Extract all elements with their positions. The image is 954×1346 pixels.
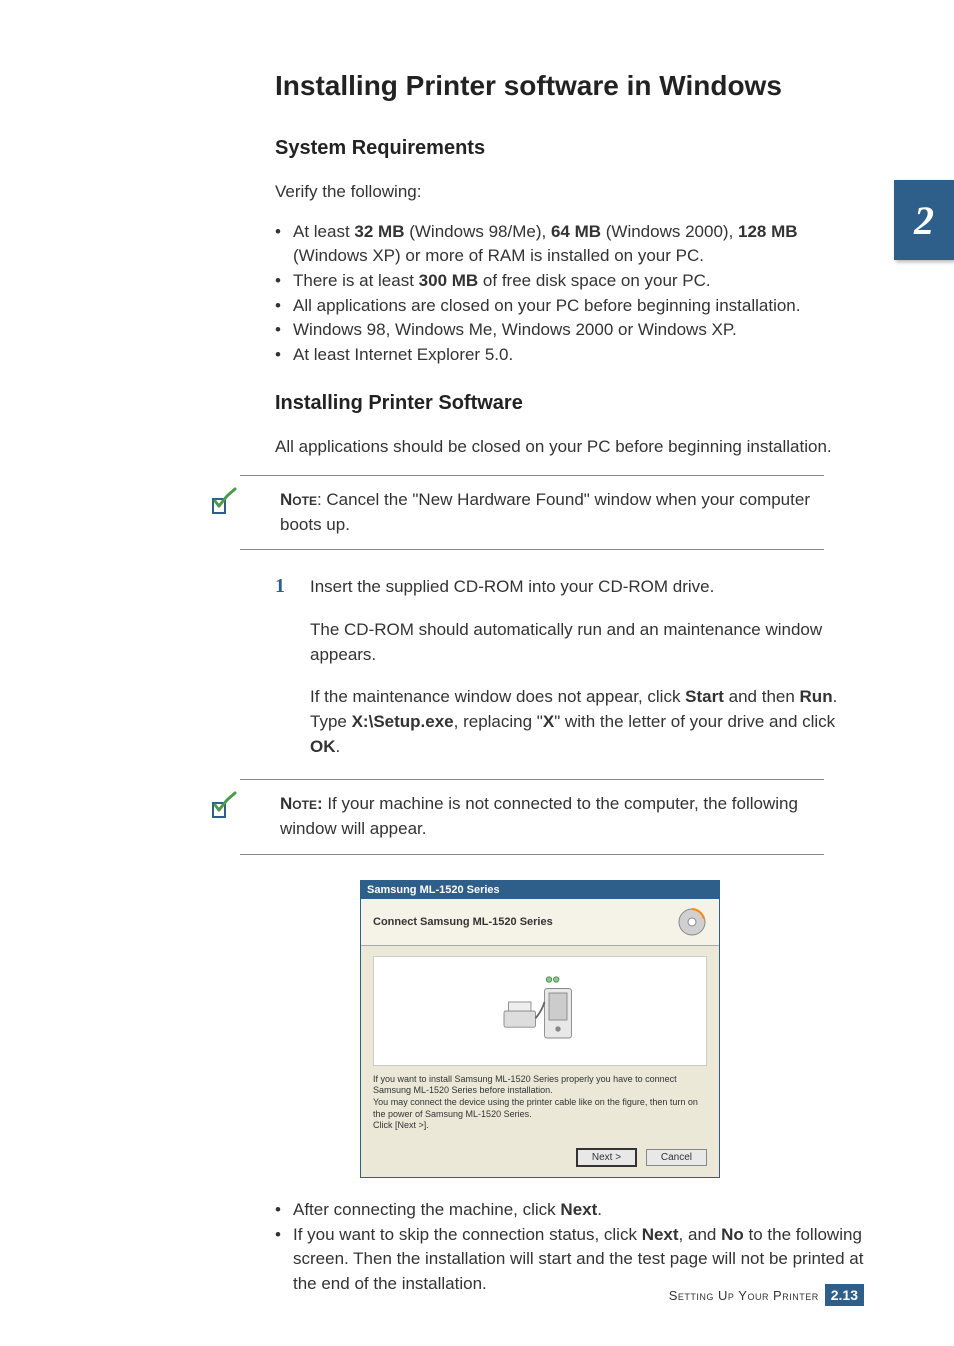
step-paragraph: If the maintenance window does not appea… <box>310 685 864 759</box>
list-item: All applications are closed on your PC b… <box>275 294 864 319</box>
step-paragraph: Insert the supplied CD-ROM into your CD-… <box>310 575 864 600</box>
verify-intro: Verify the following: <box>275 180 864 205</box>
note-text: Note: Cancel the "New Hardware Found" wi… <box>280 488 824 537</box>
page-title: Installing Printer software in Windows <box>275 70 864 102</box>
list-item: At least Internet Explorer 5.0. <box>275 343 864 368</box>
dialog-instruction-text: If you want to install Samsung ML-1520 S… <box>373 1074 707 1132</box>
page-footer: Setting Up Your Printer 2.13 <box>669 1284 864 1306</box>
footer-section-name: Setting Up Your Printer <box>669 1288 819 1303</box>
printer-illustration <box>373 956 707 1066</box>
step-number: 1 <box>275 575 285 598</box>
dialog-header-text: Connect Samsung ML-1520 Series <box>373 916 553 928</box>
requirements-list: At least 32 MB (Windows 98/Me), 64 MB (W… <box>275 220 864 368</box>
note-block: Note: Cancel the "New Hardware Found" wi… <box>240 475 824 550</box>
note-block: Note: If your machine is not connected t… <box>240 779 824 854</box>
note-icon <box>205 785 245 825</box>
note-icon <box>205 481 245 521</box>
dialog-titlebar: Samsung ML-1520 Series <box>361 881 719 899</box>
dialog-body: If you want to install Samsung ML-1520 S… <box>361 946 719 1142</box>
dialog-button-row: Next > Cancel <box>361 1142 719 1177</box>
step-1: 1 Insert the supplied CD-ROM into your C… <box>275 575 864 759</box>
cancel-button[interactable]: Cancel <box>646 1149 707 1166</box>
chapter-tab: 2 <box>894 180 954 260</box>
footer-page-number: 2.13 <box>825 1284 864 1306</box>
next-button[interactable]: Next > <box>576 1148 637 1167</box>
after-connect-list: After connecting the machine, click Next… <box>275 1198 864 1297</box>
list-item: After connecting the machine, click Next… <box>275 1198 864 1223</box>
section-system-requirements: System Requirements <box>275 137 864 160</box>
list-item: There is at least 300 MB of free disk sp… <box>275 269 864 294</box>
list-item: Windows 98, Windows Me, Windows 2000 or … <box>275 318 864 343</box>
cdrom-icon <box>677 907 707 937</box>
list-item: At least 32 MB (Windows 98/Me), 64 MB (W… <box>275 220 864 269</box>
installer-dialog-screenshot: Samsung ML-1520 Series Connect Samsung M… <box>360 880 720 1178</box>
section-installing-software: Installing Printer Software <box>275 392 864 415</box>
dialog-header: Connect Samsung ML-1520 Series <box>361 899 719 946</box>
note-text: Note: If your machine is not connected t… <box>280 792 824 841</box>
install-intro: All applications should be closed on you… <box>275 435 864 460</box>
step-paragraph: The CD-ROM should automatically run and … <box>310 618 864 667</box>
